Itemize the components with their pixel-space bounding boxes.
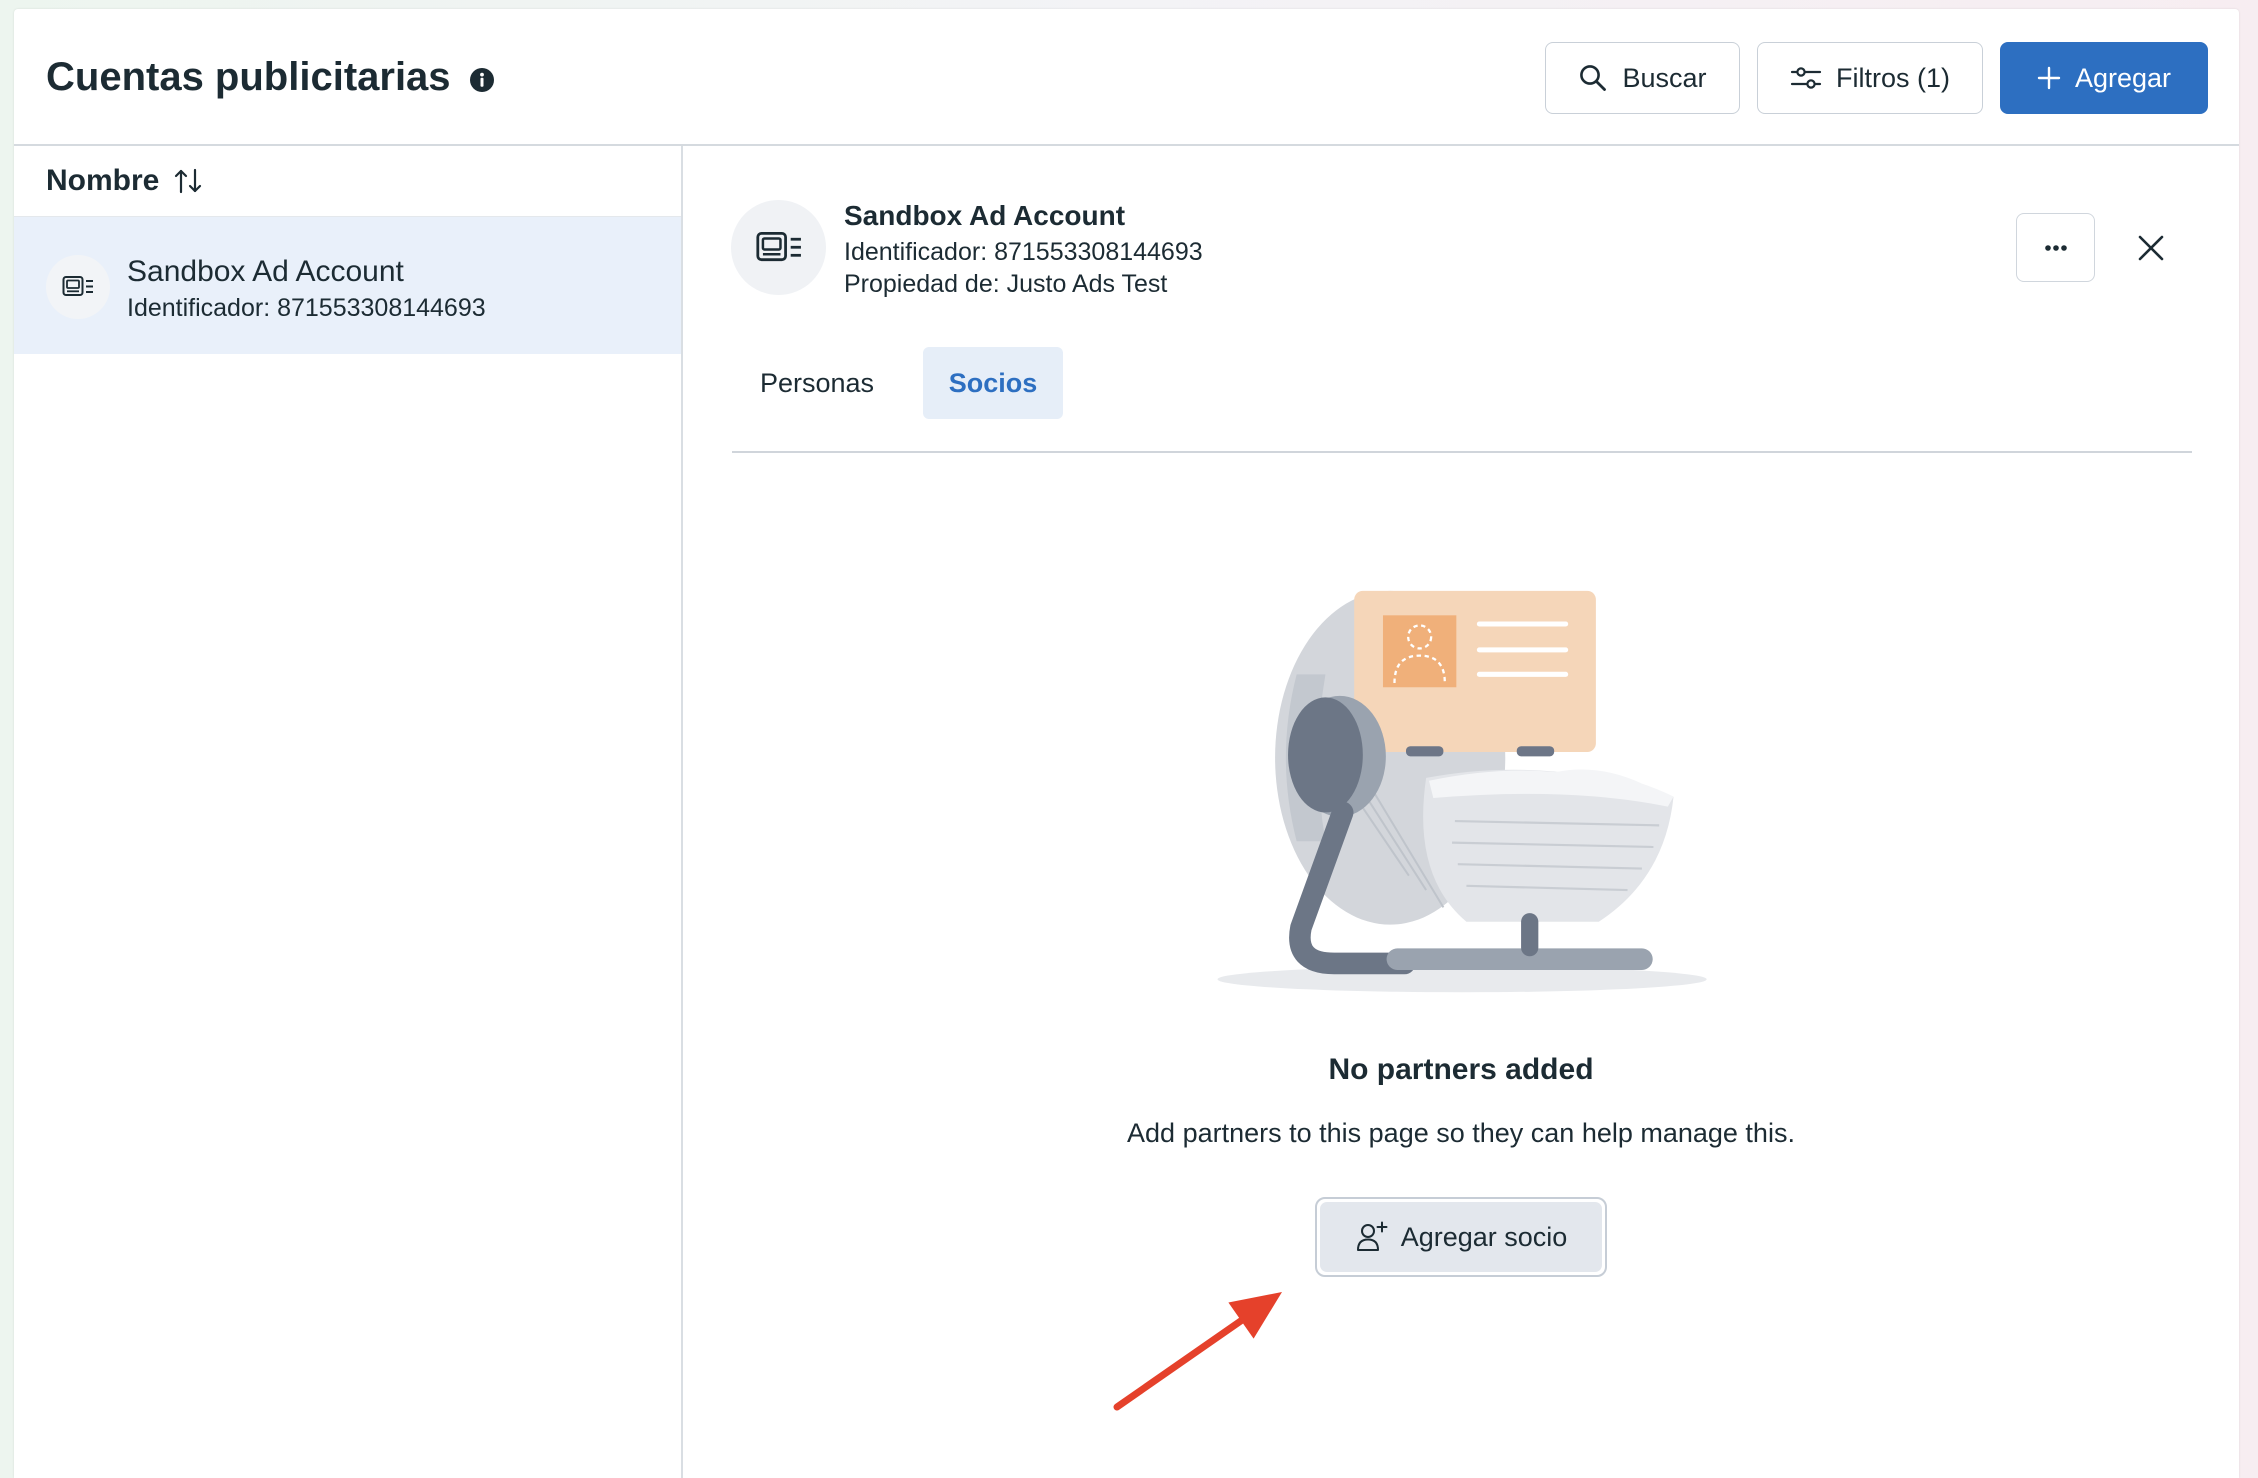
empty-state-description: Add partners to this page so they can he… (1127, 1118, 1795, 1148)
rolodex-illustration (1217, 590, 1707, 993)
name-column-header[interactable]: Nombre (14, 146, 681, 217)
tabs-divider (732, 451, 2192, 453)
sliders-icon (1790, 67, 1822, 89)
add-button-label: Agregar (2074, 62, 2172, 93)
close-icon (2138, 235, 2164, 261)
page-title: Cuentas publicitarias (46, 55, 451, 99)
list-item-id: Identificador: 871553308144693 (127, 294, 486, 322)
ad-account-icon (62, 276, 93, 296)
title-group: Cuentas publicitarias (46, 9, 495, 145)
plus-icon (2037, 66, 2061, 90)
tab-socios[interactable]: Socios (923, 347, 1063, 419)
detail-avatar (731, 200, 826, 295)
more-icon (2044, 244, 2067, 251)
detail-title: Sandbox Ad Account (844, 200, 1126, 231)
column-header-label: Nombre (46, 164, 160, 197)
search-icon (1580, 65, 1607, 91)
sort-arrows-icon[interactable] (173, 167, 203, 195)
add-person-icon (1356, 1221, 1388, 1251)
contact-card (1354, 590, 1596, 752)
list-item-avatar (46, 255, 110, 319)
add-partner-button[interactable]: Agregar socio (1320, 1202, 1602, 1272)
add-partner-button-label: Agregar socio (1400, 1221, 1568, 1252)
list-item-name: Sandbox Ad Account (127, 255, 404, 288)
search-button-label: Buscar (1622, 62, 1707, 93)
detail-owner: Propiedad de: Justo Ads Test (844, 270, 1168, 298)
ad-accounts-card: Cuentas publicitarias Buscar Filtros (1)… (14, 9, 2239, 1478)
add-button[interactable]: Agregar (2000, 42, 2208, 114)
rolodex-knob (1288, 695, 1386, 817)
search-button[interactable]: Buscar (1545, 42, 1740, 114)
page-header: Cuentas publicitarias Buscar Filtros (1)… (14, 9, 2239, 146)
empty-state-title: No partners added (1328, 1053, 1594, 1086)
filters-button-label: Filtros (1) (1836, 62, 1950, 93)
detail-id: Identificador: 871553308144693 (844, 238, 1203, 266)
close-button[interactable] (2134, 231, 2168, 265)
ad-account-icon (755, 231, 801, 261)
tab-personas[interactable]: Personas (747, 347, 887, 419)
info-icon[interactable] (469, 67, 495, 93)
list-item[interactable]: Sandbox Ad Account Identificador: 871553… (14, 217, 681, 354)
filters-button[interactable]: Filtros (1) (1757, 42, 1983, 114)
accounts-list-panel: Nombre Sandbox Ad Account Identificador:… (14, 146, 683, 1478)
add-partner-button-focus-ring: Agregar socio (1315, 1197, 1607, 1277)
more-options-button[interactable] (2016, 213, 2095, 282)
